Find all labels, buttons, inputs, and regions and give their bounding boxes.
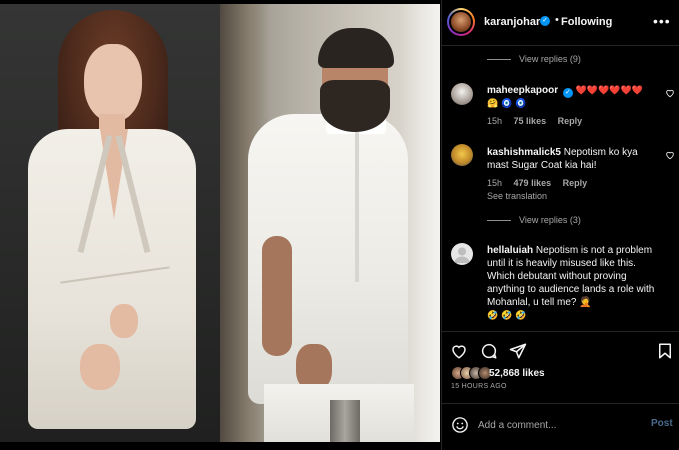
comment-emoji: 🤣	[515, 310, 527, 320]
comment-avatar[interactable]	[451, 83, 473, 105]
woman-hand-lower	[80, 344, 120, 390]
comment-username[interactable]: kashishmalick5	[487, 147, 561, 158]
comment-time: 15h	[487, 116, 503, 126]
comment-emoji: ❤️	[631, 85, 644, 95]
share-icon[interactable]	[509, 342, 527, 360]
comment-avatar[interactable]	[451, 243, 473, 265]
comment-hellaluiah: hellaluiah Nepotism is not a problem unt…	[487, 244, 657, 322]
man-mundu-border	[330, 400, 360, 442]
man-shirt-placket	[355, 132, 359, 282]
verified-badge-icon: ✓	[562, 88, 573, 98]
heart-icon[interactable]	[450, 342, 468, 360]
post-time[interactable]: 15 HOURS AGO	[451, 383, 507, 390]
default-avatar-icon	[454, 247, 470, 263]
comment-box-divider	[441, 403, 679, 404]
comment-time: 15h	[487, 178, 503, 188]
man-arm	[262, 236, 292, 356]
post-image	[0, 4, 440, 442]
comment-icon[interactable]	[480, 342, 498, 360]
comment-emoji: 🧿	[501, 98, 513, 108]
add-comment-input[interactable]	[478, 417, 638, 433]
comment-emoji: 🧿	[515, 98, 527, 108]
liked-by-avatars[interactable]	[451, 366, 651, 382]
comment-username[interactable]: hellaluiah	[487, 245, 533, 256]
comment-meta: 15h 75 likes Reply	[487, 116, 591, 126]
comment-emoji: 🤗	[487, 98, 499, 108]
comment-kashishmalick5: kashishmalick5 Nepotism ko kya mast Suga…	[487, 146, 659, 172]
reply-button[interactable]: Reply	[558, 116, 583, 126]
comment-emoji: 🤣	[501, 310, 513, 320]
comment-maheepkapoor: maheepkapoor ✓ ❤️❤️❤️❤️❤️❤️ 🤗 🧿 🧿	[487, 84, 659, 110]
view-replies-line	[487, 59, 511, 60]
following-button[interactable]: Following	[561, 16, 612, 28]
likes-count[interactable]: 52,868 likes	[489, 368, 545, 379]
see-translation-button[interactable]: See translation	[487, 191, 547, 201]
actions-divider	[441, 331, 679, 332]
reply-button[interactable]: Reply	[563, 178, 588, 188]
man-beard	[320, 80, 390, 132]
comment-emoji: 🤣	[487, 310, 499, 320]
comment-username[interactable]: maheepkapoor	[487, 85, 558, 96]
more-options-icon[interactable]: •••	[653, 14, 671, 28]
comment-likes[interactable]: 75 likes	[514, 116, 547, 126]
comment-emoji: ❤️	[598, 85, 610, 95]
comment-likes[interactable]: 479 likes	[514, 178, 552, 188]
header-separator: •	[555, 14, 559, 26]
like-comment-heart-icon[interactable]	[665, 88, 675, 98]
comment-meta: 15h 479 likes Reply	[487, 178, 596, 188]
post-comment-button[interactable]: Post	[651, 418, 673, 429]
bookmark-icon[interactable]	[656, 342, 674, 360]
view-replies-button[interactable]: View replies (9)	[519, 54, 581, 64]
woman-face	[84, 44, 142, 122]
author-avatar-image	[451, 12, 471, 32]
emoji-icon[interactable]	[451, 416, 469, 434]
like-comment-heart-icon[interactable]	[665, 150, 675, 160]
comment-emoji: ❤️	[620, 85, 632, 95]
comment-emoji: ❤️	[575, 85, 587, 95]
comment-avatar[interactable]	[451, 144, 473, 166]
view-replies-button[interactable]: View replies (3)	[519, 215, 581, 225]
comment-emoji: ❤️	[586, 85, 599, 95]
header-divider	[441, 45, 679, 46]
woman-hand-upper	[110, 304, 138, 338]
comment-emoji: ❤️	[609, 85, 621, 95]
post-media[interactable]	[0, 0, 440, 450]
author-avatar[interactable]	[447, 8, 475, 36]
verified-badge-icon: ✓	[540, 16, 550, 26]
view-replies-line	[487, 220, 511, 221]
author-username[interactable]: karanjohar	[484, 16, 540, 28]
